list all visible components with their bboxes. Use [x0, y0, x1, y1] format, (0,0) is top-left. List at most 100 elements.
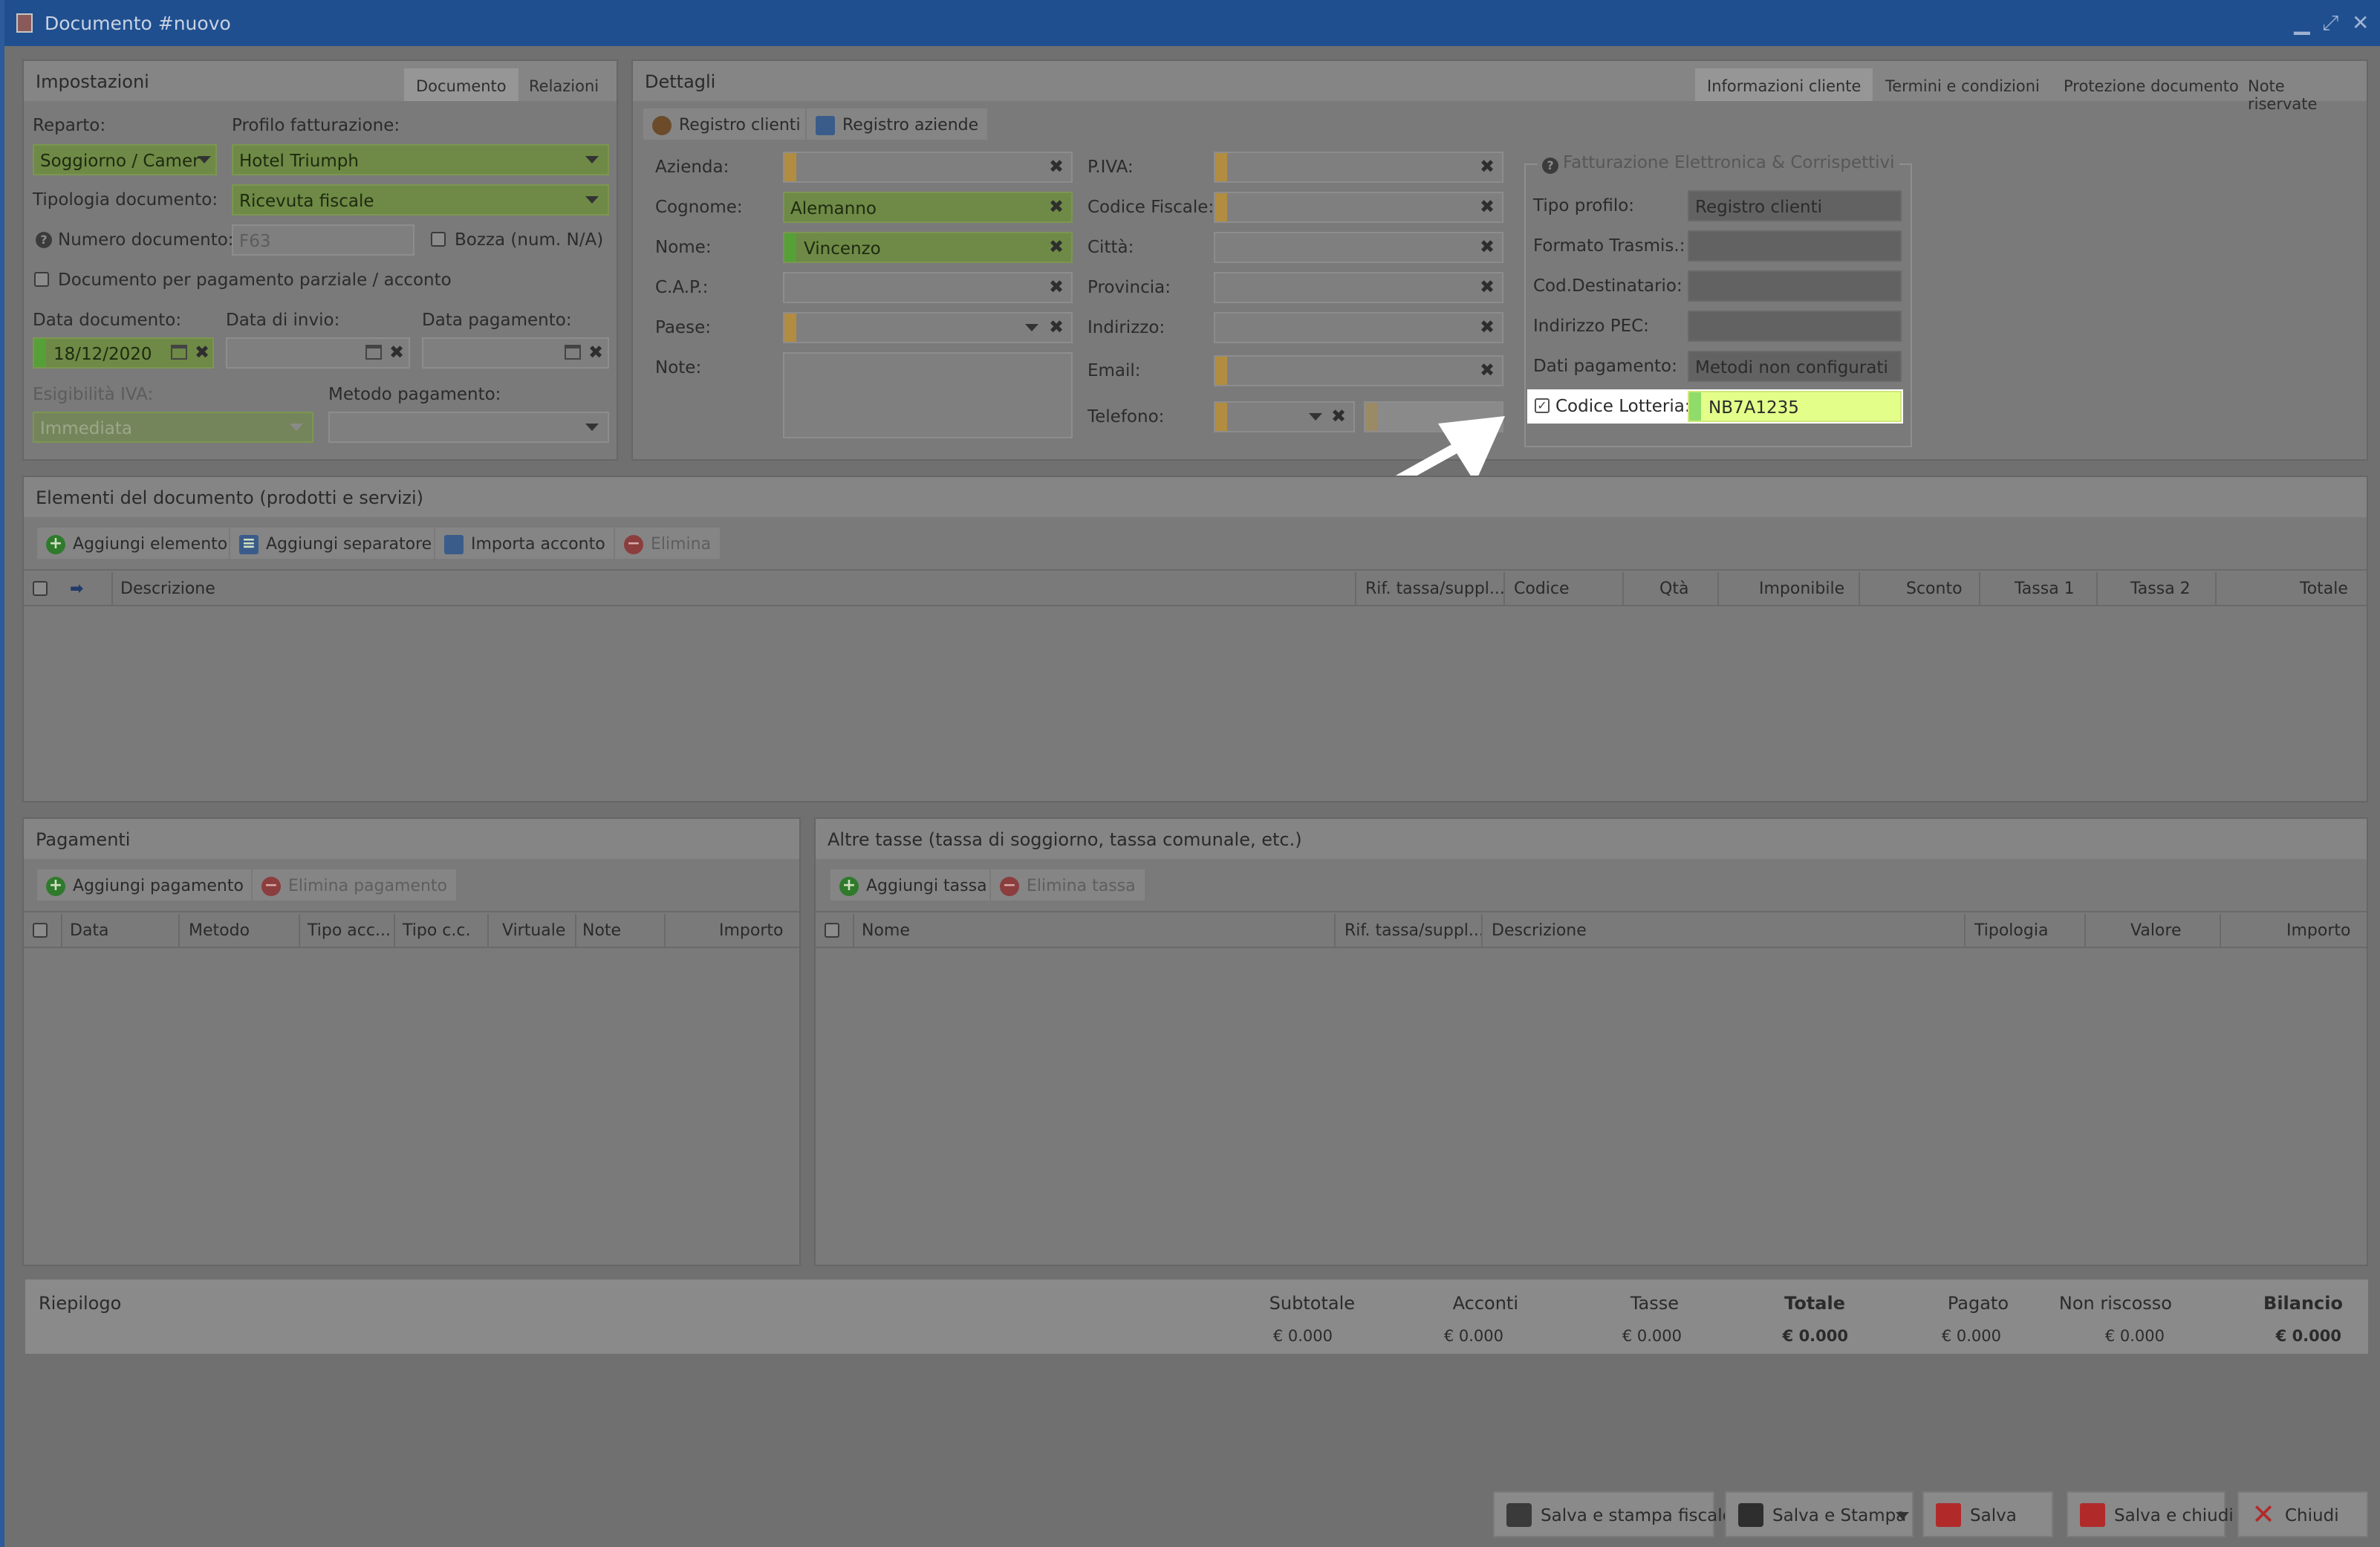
aggiungi-separatore-button[interactable]: ≡ Aggiungi separatore	[229, 526, 443, 560]
tab-protezione-documento[interactable]: Protezione documento	[2052, 68, 2251, 101]
provincia-input[interactable]: ✖	[1214, 272, 1503, 303]
esigibilita-select[interactable]: Immediata	[33, 412, 313, 443]
col-data[interactable]: Data	[70, 921, 109, 940]
elimina-pagamento-button[interactable]: − Elimina pagamento	[251, 868, 458, 902]
clear-icon[interactable]: ✖	[1480, 360, 1495, 380]
aggiungi-tassa-button[interactable]: + Aggiungi tassa	[829, 868, 998, 902]
clear-icon[interactable]: ✖	[1480, 156, 1495, 177]
close-icon[interactable]: ✕	[2352, 10, 2369, 35]
importa-acconto-button[interactable]: Importa acconto	[434, 526, 616, 560]
paese-select[interactable]: ✖	[783, 312, 1073, 343]
col-tipo-cc[interactable]: Tipo c.c.	[403, 921, 470, 940]
aggiungi-pagamento-button[interactable]: + Aggiungi pagamento	[36, 868, 254, 902]
piva-input[interactable]: ✖	[1214, 152, 1503, 183]
clear-icon[interactable]: ✖	[1480, 276, 1495, 297]
col-nome[interactable]: Nome	[862, 921, 910, 940]
col-valore[interactable]: Valore	[2130, 921, 2182, 940]
select-all-checkbox[interactable]	[33, 581, 48, 596]
col-codice[interactable]: Codice	[1514, 580, 1570, 598]
col-metodo[interactable]: Metodo	[189, 921, 250, 940]
indirizzo-input[interactable]: ✖	[1214, 312, 1503, 343]
salva-e-chiudi-button[interactable]: Salva e chiudi	[2067, 1491, 2234, 1537]
reparto-select[interactable]: Soggiorno / Camer	[33, 144, 217, 175]
clear-icon[interactable]: ✖	[1049, 317, 1064, 337]
registro-aziende-button[interactable]: Registro aziende	[805, 107, 989, 141]
numero-input[interactable]: F63	[232, 224, 414, 256]
clear-icon[interactable]: ✖	[389, 342, 404, 363]
elimina-tassa-button[interactable]: − Elimina tassa	[989, 868, 1146, 902]
minimize-icon[interactable]: ▁	[2294, 10, 2310, 35]
cognome-input[interactable]: Alemanno ✖	[783, 192, 1073, 223]
salva-button[interactable]: Salva	[1922, 1491, 2053, 1537]
tab-relazioni[interactable]: Relazioni	[517, 68, 611, 101]
parziale-checkbox[interactable]	[34, 272, 49, 287]
clear-icon[interactable]: ✖	[588, 342, 603, 363]
data-pagamento-input[interactable]: ✖	[422, 337, 609, 369]
select-all-checkbox[interactable]	[825, 923, 839, 938]
tipologia-select[interactable]: Ricevuta fiscale	[232, 184, 609, 215]
col-totale[interactable]: Totale	[2300, 580, 2348, 598]
formato-trasmissione-field[interactable]	[1688, 230, 1902, 262]
tab-note-riservate[interactable]: Note riservate	[2236, 68, 2367, 113]
col-virtuale[interactable]: Virtuale	[502, 921, 565, 940]
col-descrizione[interactable]: Descrizione	[1492, 921, 1587, 940]
tab-documento[interactable]: Documento	[404, 68, 518, 101]
select-all-checkbox[interactable]	[33, 923, 48, 938]
codice-fiscale-input[interactable]: ✖	[1214, 192, 1503, 223]
col-rif-tassa[interactable]: Rif. tassa/suppl...	[1345, 921, 1484, 940]
col-tassa2[interactable]: Tassa 2	[2130, 580, 2191, 598]
clear-icon[interactable]: ✖	[1049, 276, 1064, 297]
help-icon[interactable]: ?	[36, 232, 52, 248]
col-qta[interactable]: Qtà	[1659, 580, 1688, 598]
clear-icon[interactable]: ✖	[1049, 236, 1064, 257]
lotteria-checkbox[interactable]: ✓	[1535, 398, 1550, 413]
metodo-pagamento-select[interactable]	[328, 412, 609, 443]
arrow-right-icon[interactable]: ➡	[70, 580, 83, 598]
note-textarea[interactable]	[783, 352, 1073, 438]
cod-destinatario-field[interactable]	[1688, 270, 1902, 302]
citta-input[interactable]: ✖	[1214, 232, 1503, 263]
calendar-icon[interactable]	[171, 345, 187, 360]
tab-termini-condizioni[interactable]: Termini e condizioni	[1873, 68, 2052, 101]
clear-icon[interactable]: ✖	[1049, 196, 1064, 217]
data-documento-input[interactable]: 18/12/2020 ✖	[33, 337, 214, 369]
col-imponibile[interactable]: Imponibile	[1759, 580, 1844, 598]
maximize-icon[interactable]: ⤢	[2322, 10, 2338, 36]
help-icon[interactable]: ?	[1542, 158, 1558, 174]
col-tassa1[interactable]: Tassa 1	[2015, 580, 2075, 598]
aggiungi-elemento-button[interactable]: + Aggiungi elemento	[36, 526, 238, 560]
chevron-down-icon[interactable]	[1896, 1512, 1909, 1520]
calendar-icon[interactable]	[565, 345, 581, 360]
tipo-profilo-field[interactable]: Registro clienti	[1688, 190, 1902, 221]
col-note[interactable]: Note	[582, 921, 621, 940]
col-rif-tassa[interactable]: Rif. tassa/suppl...	[1365, 580, 1505, 598]
azienda-input[interactable]: ✖	[783, 152, 1073, 183]
dati-pagamento-field[interactable]: Metodi non configurati	[1688, 351, 1902, 382]
clear-icon[interactable]: ✖	[1480, 317, 1495, 337]
elimina-elemento-button[interactable]: − Elimina	[614, 526, 722, 560]
calendar-icon[interactable]	[365, 345, 382, 360]
clear-icon[interactable]: ✖	[195, 342, 209, 363]
profilo-select[interactable]: Hotel Triumph	[232, 144, 609, 175]
data-invio-input[interactable]: ✖	[226, 337, 410, 369]
nome-input[interactable]: Vincenzo ✖	[783, 232, 1073, 263]
col-importo[interactable]: Importo	[2286, 921, 2350, 940]
clear-icon[interactable]: ✖	[1480, 236, 1495, 257]
col-tipologia[interactable]: Tipologia	[1974, 921, 2048, 940]
email-input[interactable]: ✖	[1214, 355, 1503, 386]
salva-e-stampa-button[interactable]: Salva e Stampa	[1725, 1491, 1914, 1537]
col-importo[interactable]: Importo	[719, 921, 783, 940]
salva-stampa-fiscale-button[interactable]: Salva e stampa fiscale	[1493, 1491, 1733, 1537]
col-tipo-acc[interactable]: Tipo acc...	[308, 921, 391, 940]
col-descrizione[interactable]: Descrizione	[120, 580, 215, 598]
cap-input[interactable]: ✖	[783, 272, 1073, 303]
bozza-checkbox[interactable]	[431, 232, 446, 247]
clear-icon[interactable]: ✖	[1480, 196, 1495, 217]
lotteria-input[interactable]: NB7A1235	[1688, 391, 1902, 422]
chiudi-button[interactable]: ✕ Chiudi	[2237, 1491, 2368, 1537]
indirizzo-pec-field[interactable]	[1688, 311, 1902, 342]
tab-informazioni-cliente[interactable]: Informazioni cliente	[1695, 68, 1873, 101]
clear-icon[interactable]: ✖	[1049, 156, 1064, 177]
registro-clienti-button[interactable]: Registro clienti	[642, 107, 811, 141]
col-sconto[interactable]: Sconto	[1906, 580, 1963, 598]
